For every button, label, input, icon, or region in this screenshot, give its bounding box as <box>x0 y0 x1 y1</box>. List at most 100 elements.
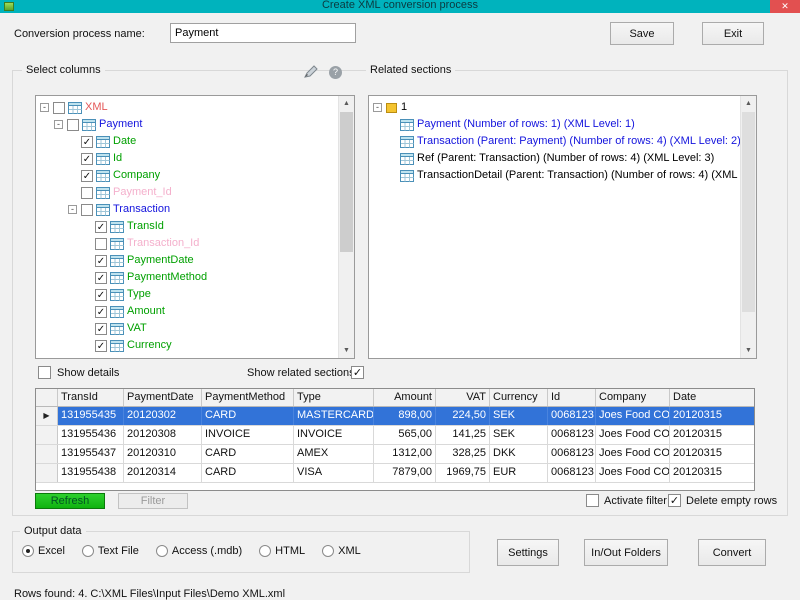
grid-cell[interactable]: Joes Food CO <box>596 407 670 425</box>
column-header-paymentdate[interactable]: PaymentDate <box>124 389 202 406</box>
grid-cell[interactable]: 20120314 <box>124 464 202 482</box>
radio-text-file[interactable]: Text File <box>82 545 139 557</box>
radio-html[interactable]: HTML <box>259 545 305 557</box>
scroll-up-icon[interactable]: ▲ <box>741 96 756 111</box>
table-row[interactable]: 13195543720120310CARDAMEX1312,00328,25DK… <box>36 445 754 464</box>
scrollbar-thumb[interactable] <box>742 112 755 312</box>
grid-cell[interactable]: INVOICE <box>294 426 374 444</box>
radio-label[interactable]: XML <box>338 545 361 557</box>
tree-item-payment-id[interactable]: Payment_Id <box>36 184 338 201</box>
process-name-input[interactable] <box>170 23 356 43</box>
grid-cell[interactable]: 0068123 <box>548 426 596 444</box>
tree-item-payment[interactable]: -Payment <box>36 116 338 133</box>
design-brush-icon[interactable] <box>302 64 319 82</box>
grid-cell[interactable]: SEK <box>490 407 548 425</box>
grid-cell[interactable]: Joes Food CO <box>596 464 670 482</box>
scroll-up-icon[interactable]: ▲ <box>339 96 354 111</box>
collapse-icon[interactable]: - <box>54 120 63 129</box>
row-header[interactable] <box>36 445 58 463</box>
table-row[interactable]: ▶13195543520120302CARDMASTERCARD898,0022… <box>36 407 754 426</box>
help-icon[interactable]: ? <box>329 66 342 79</box>
grid-cell[interactable]: 565,00 <box>374 426 436 444</box>
convert-button[interactable]: Convert <box>698 539 766 566</box>
row-header[interactable] <box>36 464 58 482</box>
grid-cell[interactable]: 20120302 <box>124 407 202 425</box>
radio-xml[interactable]: XML <box>322 545 361 557</box>
grid-cell[interactable]: 141,25 <box>436 426 490 444</box>
column-header-transid[interactable]: TransId <box>58 389 124 406</box>
grid-cell[interactable]: 131955437 <box>58 445 124 463</box>
grid-cell[interactable]: 20120308 <box>124 426 202 444</box>
activate-filter-label[interactable]: Activate filter <box>604 495 667 507</box>
table-row[interactable]: 13195543620120308INVOICEINVOICE565,00141… <box>36 426 754 445</box>
tree-checkbox[interactable]: ✓ <box>95 289 107 301</box>
show-related-label[interactable]: Show related sections <box>247 367 355 379</box>
radio-button-icon[interactable] <box>259 545 271 557</box>
table-row[interactable]: 13195543820120314CARDVISA7879,001969,75E… <box>36 464 754 483</box>
tree-item-date[interactable]: ✓Date <box>36 133 338 150</box>
grid-cell[interactable]: CARD <box>202 445 294 463</box>
grid-cell[interactable]: EUR <box>490 464 548 482</box>
grid-cell[interactable]: Joes Food CO <box>596 426 670 444</box>
collapse-icon[interactable]: - <box>40 103 49 112</box>
radio-button-icon[interactable] <box>22 545 34 557</box>
related-sections-scrollbar[interactable]: ▲ ▼ <box>740 96 756 358</box>
grid-cell[interactable]: 20120315 <box>670 464 755 482</box>
tree-checkbox[interactable] <box>67 119 79 131</box>
tree-item-payment-number-of-rows-1-xml-l[interactable]: Payment (Number of rows: 1) (XML Level: … <box>369 116 740 133</box>
collapse-icon[interactable]: - <box>373 103 382 112</box>
tree-item-transaction-id[interactable]: Transaction_Id <box>36 235 338 252</box>
radio-label[interactable]: Excel <box>38 545 65 557</box>
tree-item-paymentmethod[interactable]: ✓PaymentMethod <box>36 269 338 286</box>
grid-cell[interactable]: 20120315 <box>670 407 755 425</box>
refresh-button[interactable]: Refresh <box>35 493 105 509</box>
scroll-down-icon[interactable]: ▼ <box>741 343 756 358</box>
row-header[interactable] <box>36 426 58 444</box>
grid-cell[interactable]: 131955436 <box>58 426 124 444</box>
show-details-label[interactable]: Show details <box>57 367 119 379</box>
delete-empty-rows-checkbox[interactable]: ✓ <box>668 494 681 507</box>
show-related-checkbox[interactable]: ✓ <box>351 366 364 379</box>
tree-item-company[interactable]: ✓Company <box>36 167 338 184</box>
exit-button[interactable]: Exit <box>702 22 764 45</box>
radio-button-icon[interactable] <box>322 545 334 557</box>
show-details-checkbox[interactable] <box>38 366 51 379</box>
column-header-currency[interactable]: Currency <box>490 389 548 406</box>
column-header-paymentmethod[interactable]: PaymentMethod <box>202 389 294 406</box>
tree-checkbox[interactable]: ✓ <box>95 323 107 335</box>
tree-checkbox[interactable]: ✓ <box>81 136 93 148</box>
grid-cell[interactable]: 224,50 <box>436 407 490 425</box>
grid-cell[interactable]: 898,00 <box>374 407 436 425</box>
tree-item-currency[interactable]: ✓Currency <box>36 337 338 354</box>
tree-item-vat[interactable]: ✓VAT <box>36 320 338 337</box>
save-button[interactable]: Save <box>610 22 674 45</box>
tree-item-transaction-parent-payment-num[interactable]: Transaction (Parent: Payment) (Number of… <box>369 133 740 150</box>
grid-cell[interactable]: AMEX <box>294 445 374 463</box>
radio-label[interactable]: Access (.mdb) <box>172 545 242 557</box>
settings-button[interactable]: Settings <box>497 539 559 566</box>
grid-cell[interactable]: 0068123 <box>548 407 596 425</box>
grid-cell[interactable]: 0068123 <box>548 464 596 482</box>
column-header-id[interactable]: Id <box>548 389 596 406</box>
column-header-amount[interactable]: Amount <box>374 389 436 406</box>
column-header-date[interactable]: Date <box>670 389 755 406</box>
grid-cell[interactable]: CARD <box>202 407 294 425</box>
tree-item-type[interactable]: ✓Type <box>36 286 338 303</box>
tree-checkbox[interactable]: ✓ <box>95 272 107 284</box>
tree-checkbox[interactable]: ✓ <box>95 306 107 318</box>
tree-item-transaction[interactable]: -Transaction <box>36 201 338 218</box>
tree-item-id[interactable]: ✓Id <box>36 150 338 167</box>
grid-cell[interactable]: 7879,00 <box>374 464 436 482</box>
grid-cell[interactable]: MASTERCARD <box>294 407 374 425</box>
tree-checkbox[interactable]: ✓ <box>95 221 107 233</box>
tree-item-xml[interactable]: -XML <box>36 99 338 116</box>
tree-item-ref-parent-transaction-number-[interactable]: Ref (Parent: Transaction) (Number of row… <box>369 150 740 167</box>
grid-cell[interactable]: 1312,00 <box>374 445 436 463</box>
tree-checkbox[interactable] <box>95 238 107 250</box>
tree-checkbox[interactable] <box>81 204 93 216</box>
close-button[interactable]: ✕ <box>770 0 800 13</box>
column-header-type[interactable]: Type <box>294 389 374 406</box>
tree-checkbox[interactable] <box>53 102 65 114</box>
tree-checkbox[interactable]: ✓ <box>95 340 107 352</box>
tree-checkbox[interactable]: ✓ <box>81 153 93 165</box>
